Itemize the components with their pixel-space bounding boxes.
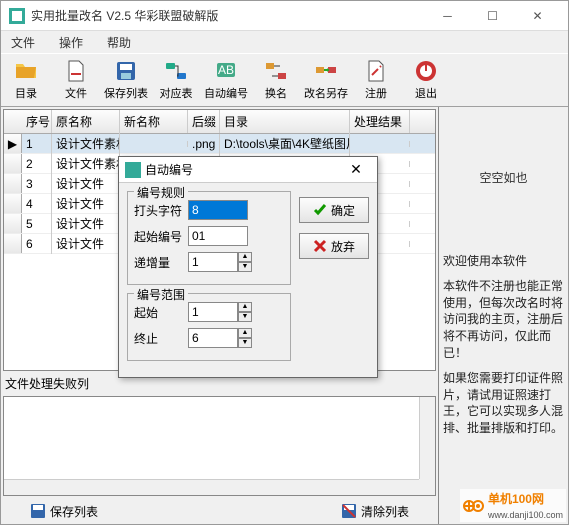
clear-list-button[interactable]: 清除列表 [332,500,418,523]
from-down[interactable]: ▼ [238,312,252,322]
toolbar-saveas-button[interactable]: 改名另存 [301,54,351,106]
menu-action[interactable]: 操作 [53,32,89,53]
toolbar-autonum-button[interactable]: AB自动编号 [201,54,251,106]
cancel-button[interactable]: 放弃 [299,233,369,259]
side-panel: 空空如也 欢迎使用本软件 本软件不注册也能正常使用，但每次改名时将访问我的主页，… [438,107,568,524]
close-button[interactable]: ✕ [515,2,560,30]
col-oldname[interactable]: 原名称 [52,110,120,133]
save-list-button[interactable]: 保存列表 [21,500,107,523]
to-down[interactable]: ▼ [238,338,252,348]
to-input[interactable] [188,328,238,348]
step-down[interactable]: ▼ [238,262,252,272]
side-empty: 空空如也 [439,107,568,247]
maximize-button[interactable]: ☐ [470,2,515,30]
watermark: 单机100网www.danji100.com [460,489,566,522]
range-fieldset: 编号范围 起始▲▼ 终止▲▼ [127,293,291,361]
toolbar: 目录 文件 保存列表 对应表 AB自动编号 换名 改名另存 注册 退出 [1,53,568,107]
watermark-icon [463,497,485,515]
app-icon [9,8,25,24]
step-input[interactable] [188,252,238,272]
step-up[interactable]: ▲ [238,252,252,262]
side-welcome: 欢迎使用本软件 [443,253,564,270]
toolbar-savelist-button[interactable]: 保存列表 [101,54,151,106]
bottom-bar: 保存列表 清除列表 [1,498,438,524]
dialog-titlebar[interactable]: 自动编号 ✕ [119,157,377,183]
grid-header: 序号 原名称 新名称 后缀 目录 处理结果 [4,110,435,134]
scrollbar-vertical[interactable] [419,397,435,479]
col-ext[interactable]: 后缀 [188,110,220,133]
rule-fieldset: 编号规则 打头字符 起始编号 递增量▲▼ [127,191,291,285]
dialog-icon [125,162,141,178]
titlebar: 实用批量改名 V2.5 华彩联盟破解版 ─ ☐ ✕ [1,1,568,31]
toolbar-exit-button[interactable]: 退出 [401,54,451,106]
toolbar-map-button[interactable]: 对应表 [151,54,201,106]
start-input[interactable] [188,226,248,246]
from-input[interactable] [188,302,238,322]
toolbar-dir-button[interactable]: 目录 [1,54,51,106]
col-newname[interactable]: 新名称 [120,110,188,133]
ok-button[interactable]: 确定 [299,197,369,223]
dialog-title: 自动编号 [145,161,341,178]
toolbar-register-button[interactable]: 注册 [351,54,401,106]
col-result[interactable]: 处理结果 [350,110,410,133]
table-row[interactable]: ▶1设计文件素材.pngD:\tools\桌面\4K壁纸图片 [4,134,435,154]
minimize-button[interactable]: ─ [425,2,470,30]
col-rownum[interactable]: 序号 [22,110,52,133]
side-p2: 如果您需要打印证件照片，请试用证照速打王，它可以实现多人混排、批量排版和打印。 [443,370,564,437]
col-dir[interactable]: 目录 [220,110,350,133]
svg-text:AB: AB [218,63,234,77]
dialog-close-button[interactable]: ✕ [341,161,371,178]
to-up[interactable]: ▲ [238,328,252,338]
side-p1: 本软件不注册也能正常使用，但每次改名时将访问我的主页，注册后将不再访问，仅此而已… [443,278,564,362]
autonum-dialog: 自动编号 ✕ 编号规则 打头字符 起始编号 递增量▲▼ 编号范围 起始▲▼ 终止… [118,156,378,378]
menu-file[interactable]: 文件 [5,32,41,53]
fail-list[interactable] [3,396,436,496]
menubar: 文件 操作 帮助 [1,31,568,53]
scrollbar-horizontal[interactable] [4,479,419,495]
from-up[interactable]: ▲ [238,302,252,312]
prefix-input[interactable] [188,200,248,220]
window-title: 实用批量改名 V2.5 华彩联盟破解版 [31,7,425,24]
menu-help[interactable]: 帮助 [101,32,137,53]
toolbar-rename-button[interactable]: 换名 [251,54,301,106]
toolbar-file-button[interactable]: 文件 [51,54,101,106]
